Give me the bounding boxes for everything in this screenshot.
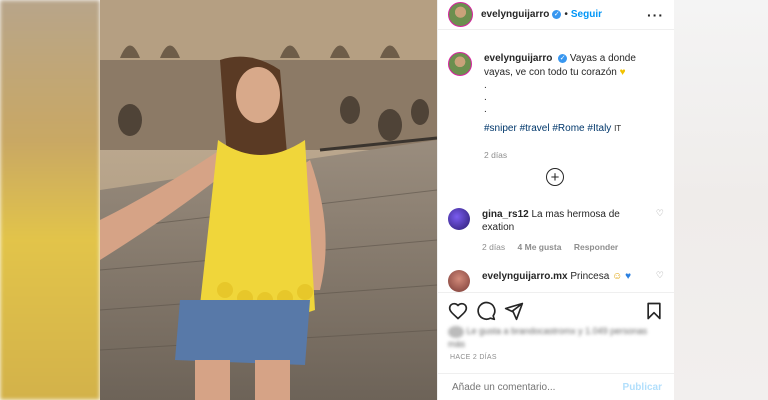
post-photo[interactable] xyxy=(100,0,437,400)
comment-bubble-icon[interactable] xyxy=(476,301,496,321)
italy-flag-text: IT xyxy=(614,124,622,133)
add-comment-bar: Publicar xyxy=(438,373,674,400)
caption-avatar[interactable] xyxy=(448,52,472,76)
publish-button[interactable]: Publicar xyxy=(623,382,662,393)
caption-username[interactable]: evelynguijarro xyxy=(484,53,552,64)
background-left-blur xyxy=(0,0,100,400)
star-eyes-emoji-icon: ☺ xyxy=(612,271,623,282)
share-send-icon[interactable] xyxy=(504,301,524,321)
post-time-ago: HACE 2 DÍAS xyxy=(450,354,497,361)
comment-item: evelynguijarro.mx Princesa ☺ ♥ ♡ xyxy=(448,270,664,292)
caption-dot: . xyxy=(484,92,487,103)
comment-like-heart-icon[interactable]: ♡ xyxy=(656,270,664,292)
comment-username[interactable]: gina_rs12 xyxy=(482,209,529,220)
comment-avatar[interactable] xyxy=(448,208,470,230)
caption-dot: . xyxy=(484,104,487,115)
post-header: evelynguijarro ✓ • Seguir ··· xyxy=(438,0,674,30)
more-options-icon[interactable]: ··· xyxy=(647,7,664,23)
comment-time: 2 días xyxy=(482,242,506,252)
reply-button[interactable]: Responder xyxy=(574,242,618,252)
liker-avatar xyxy=(448,325,464,338)
comment-like-heart-icon[interactable]: ♡ xyxy=(656,208,664,254)
comment-item: gina_rs12 La mas hermosa de exation 2 dí… xyxy=(448,208,664,254)
colosseum-photo xyxy=(100,0,437,400)
verified-badge-icon: ✓ xyxy=(558,53,568,63)
author-avatar[interactable] xyxy=(448,2,473,27)
post-caption: evelynguijarro ✓ Vayas a donde vayas, ve… xyxy=(448,52,664,162)
post-side-panel: evelynguijarro ✓ • Seguir ··· evelynguij… xyxy=(437,0,674,400)
author-username[interactable]: evelynguijarro xyxy=(481,9,549,20)
load-more-comments-icon[interactable]: + xyxy=(546,168,564,186)
likes-text: Le gusta a brandocastromx y 1.049 person… xyxy=(448,326,648,349)
comment-text: Princesa xyxy=(570,271,610,282)
caption-time: 2 días xyxy=(484,150,508,160)
comment-avatar[interactable] xyxy=(448,270,470,292)
verified-badge-icon: ✓ xyxy=(552,10,562,19)
blue-heart-icon: ♥ xyxy=(625,271,631,282)
comment-username[interactable]: evelynguijarro.mx xyxy=(482,271,568,282)
comment-input[interactable] xyxy=(450,380,623,394)
likes-summary[interactable]: Le gusta a brandocastromx y 1.049 person… xyxy=(448,325,664,349)
header-separator: • xyxy=(564,9,568,20)
post-actions-bar xyxy=(438,292,674,327)
comment-likes[interactable]: 4 Me gusta xyxy=(518,242,562,252)
caption-hashtags[interactable]: #sniper #travel #Rome #Italy xyxy=(484,123,611,134)
background-right-blur xyxy=(673,0,768,400)
like-heart-icon[interactable] xyxy=(448,301,468,321)
caption-dot: . xyxy=(484,80,487,91)
yellow-heart-icon: ♥ xyxy=(619,67,626,78)
save-bookmark-icon[interactable] xyxy=(644,301,664,321)
follow-button[interactable]: Seguir xyxy=(571,9,602,20)
